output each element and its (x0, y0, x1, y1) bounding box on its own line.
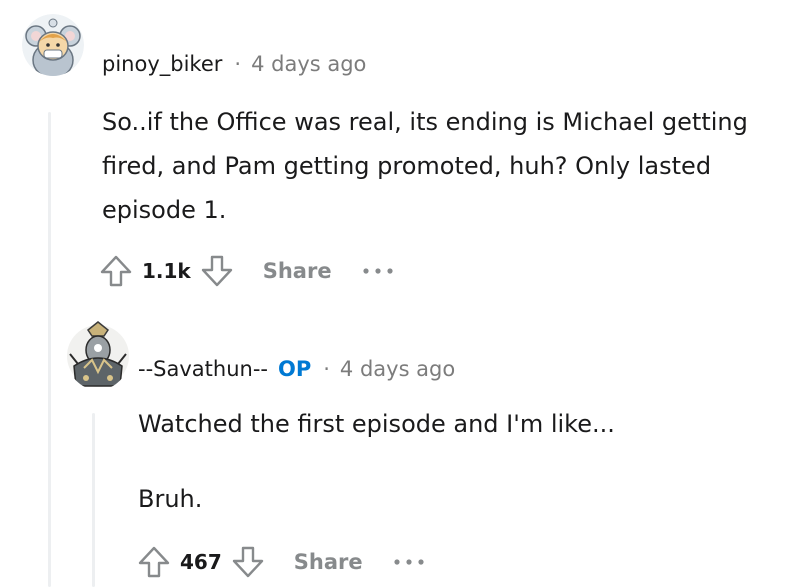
more-options-icon[interactable] (393, 557, 425, 567)
username[interactable]: --Savathun-- (138, 357, 268, 381)
username[interactable]: pinoy_biker (102, 52, 222, 76)
vote-score: 467 (180, 550, 222, 574)
comment-body-line: Bruh. (138, 485, 203, 513)
avatar[interactable] (22, 14, 84, 76)
armored-character-avatar-icon (67, 321, 129, 387)
op-badge: OP (277, 357, 312, 381)
separator-dot: · (323, 357, 330, 381)
share-button[interactable]: Share (294, 550, 363, 574)
share-button[interactable]: Share (263, 259, 332, 283)
comment-meta: --Savathun-- OP · 4 days ago (138, 357, 455, 381)
more-options-icon[interactable] (362, 266, 394, 276)
timestamp[interactable]: 4 days ago (340, 357, 455, 381)
comment-actions: 467 Share (134, 542, 425, 582)
upvote-icon[interactable] (134, 542, 174, 582)
koala-avatar-icon (22, 14, 84, 76)
comment-meta: pinoy_biker · 4 days ago (102, 52, 366, 76)
vote-score: 1.1k (142, 259, 191, 283)
upvote-icon[interactable] (96, 251, 136, 291)
timestamp[interactable]: 4 days ago (251, 52, 366, 76)
comment-actions: 1.1k Share (96, 251, 394, 291)
separator-dot: · (234, 52, 242, 76)
avatar[interactable] (66, 320, 130, 390)
thread-line[interactable] (48, 112, 51, 587)
comment-body: So..if the Office was real, its ending i… (102, 108, 748, 224)
downvote-icon[interactable] (197, 251, 237, 291)
thread-line[interactable] (92, 413, 95, 587)
downvote-icon[interactable] (228, 542, 268, 582)
comment-body-line: Watched the first episode and I'm like..… (138, 410, 615, 438)
